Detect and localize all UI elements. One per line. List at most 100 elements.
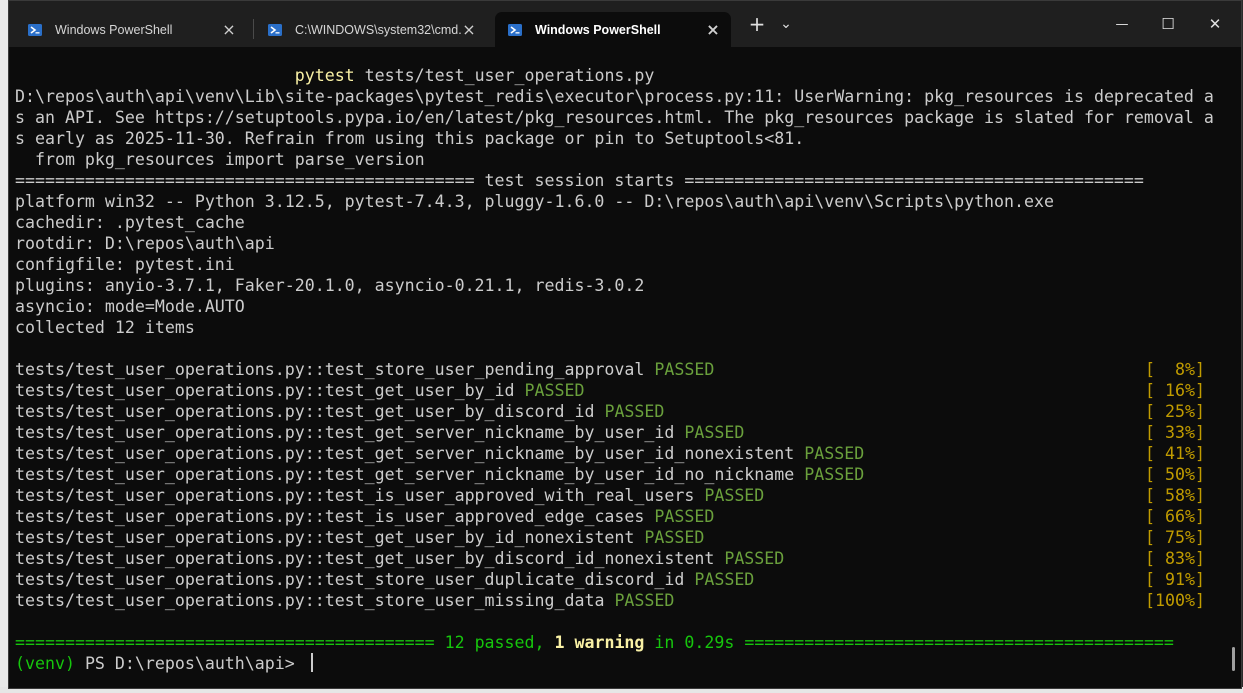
chevron-down-icon: ⌄ [780, 16, 792, 32]
test-progress: [ 50%] [1145, 465, 1205, 484]
test-name: test_store_user_missing_data [324, 591, 605, 610]
test-progress: [ 91%] [1145, 570, 1205, 589]
test-result-row: tests/test_user_operations.py::test_stor… [15, 570, 1205, 589]
test-result-row: tests/test_user_operations.py::test_get_… [15, 528, 1205, 547]
test-result-row: tests/test_user_operations.py::test_get_… [15, 444, 1205, 463]
test-progress: [ 8%] [1145, 360, 1205, 379]
warning-line: s an API. See https://setuptools.pypa.io… [15, 108, 1214, 127]
warning-line: s early as 2025-11-30. Refrain from usin… [15, 129, 805, 148]
info-line: asyncio: mode=Mode.AUTO [15, 297, 245, 316]
tab-title: Windows PowerShell [55, 22, 173, 37]
scrollbar-thumb[interactable] [1232, 647, 1235, 671]
test-progress: [ 66%] [1145, 507, 1205, 526]
info-line: configfile: pytest.ini [15, 255, 235, 274]
maximize-button[interactable]: ☐ [1145, 1, 1191, 47]
test-status: PASSED [654, 507, 715, 526]
test-name: test_is_user_approved_with_real_users [324, 486, 695, 505]
test-progress: [ 25%] [1145, 402, 1205, 421]
close-tab-icon[interactable]: × [221, 21, 237, 38]
test-name: test_store_user_pending_approval [324, 360, 645, 379]
test-name: test_get_server_nickname_by_user_id [324, 423, 675, 442]
test-name: test_get_user_by_discord_id_nonexistent [324, 549, 715, 568]
test-result-row: tests/test_user_operations.py::test_is_u… [15, 486, 1205, 505]
test-name: test_get_user_by_id [324, 381, 515, 400]
powershell-icon [508, 23, 522, 36]
test-result-row: tests/test_user_operations.py::test_is_u… [15, 507, 1205, 526]
test-result-row: tests/test_user_operations.py::test_get_… [15, 423, 1205, 442]
title-bar: Windows PowerShell × C:\WINDOWS\system32… [9, 1, 1241, 47]
summary-passed: 12 passed [444, 633, 535, 652]
tab-powershell-1[interactable]: Windows PowerShell × [15, 12, 247, 47]
test-progress: [ 58%] [1145, 486, 1205, 505]
command-line: pytest tests/test_user_operations.py [15, 65, 1241, 86]
test-progress: [ 16%] [1145, 381, 1205, 400]
test-result-row: tests/test_user_operations.py::test_get_… [15, 465, 1205, 484]
maximize-icon: ☐ [1161, 15, 1175, 33]
test-status: PASSED [654, 360, 715, 379]
close-icon: ✕ [1208, 15, 1222, 33]
tab-title: Windows PowerShell [535, 22, 661, 37]
summary-time: in 0.29s [644, 633, 745, 652]
close-tab-icon[interactable]: × [705, 21, 721, 38]
prompt-path: PS D:\repos\auth\api> [74, 654, 305, 673]
venv-indicator: (venv) [15, 654, 75, 673]
test-status: PASSED [724, 549, 785, 568]
terminal-output[interactable]: pytest tests/test_user_operations.py D:\… [15, 65, 1241, 688]
test-progress: [100%] [1145, 591, 1205, 610]
new-tab-button[interactable]: + [743, 1, 771, 47]
tab-powershell-active[interactable]: Windows PowerShell × [495, 12, 731, 47]
summary-line: ========================================… [15, 633, 1174, 652]
test-name: test_get_server_nickname_by_user_id_none… [324, 444, 795, 463]
command-args: tests/test_user_operations.py [354, 66, 655, 85]
test-name: test_get_server_nickname_by_user_id_no_n… [324, 465, 795, 484]
tab-cmd[interactable]: C:\WINDOWS\system32\cmd.e × [255, 12, 487, 47]
test-result-row: tests/test_user_operations.py::test_stor… [15, 591, 1205, 610]
info-line: plugins: anyio-3.7.1, Faker-20.1.0, asyn… [15, 276, 645, 295]
background-window-edge [0, 0, 8, 693]
tab-divider [253, 19, 254, 39]
warning-line: from pkg_resources import parse_version [15, 150, 425, 169]
collected-line: collected 12 items [15, 318, 195, 337]
info-line: platform win32 -- Python 3.12.5, pytest-… [15, 192, 1054, 211]
test-status: PASSED [524, 381, 585, 400]
test-name: test_store_user_duplicate_discord_id [324, 570, 685, 589]
test-name: test_get_user_by_id_nonexistent [324, 528, 635, 547]
test-status: PASSED [704, 486, 765, 505]
powershell-icon [268, 23, 282, 36]
test-progress: [ 41%] [1145, 444, 1205, 463]
info-line: rootdir: D:\repos\auth\api [15, 234, 275, 253]
close-tab-icon[interactable]: × [461, 21, 477, 38]
prompt-line[interactable]: (venv) PS D:\repos\auth\api> [15, 653, 1241, 674]
test-status: PASSED [614, 591, 675, 610]
test-status: PASSED [684, 423, 745, 442]
session-header: ========================================… [15, 171, 1144, 190]
terminal-window: Windows PowerShell × C:\WINDOWS\system32… [8, 0, 1242, 689]
info-line: cachedir: .pytest_cache [15, 213, 245, 232]
test-progress: [ 33%] [1145, 423, 1205, 442]
test-result-row: tests/test_user_operations.py::test_get_… [15, 381, 1205, 400]
test-result-row: tests/test_user_operations.py::test_stor… [15, 360, 1205, 379]
test-status: PASSED [804, 465, 865, 484]
test-result-row: tests/test_user_operations.py::test_get_… [15, 549, 1205, 568]
test-progress: [ 75%] [1145, 528, 1205, 547]
command-program: pytest [294, 66, 355, 85]
minimize-icon: — [1115, 16, 1129, 32]
test-name: test_is_user_approved_edge_cases [324, 507, 645, 526]
powershell-icon [28, 23, 42, 36]
close-window-button[interactable]: ✕ [1191, 1, 1239, 47]
text-cursor [310, 653, 313, 672]
tab-title: C:\WINDOWS\system32\cmd.e [295, 22, 461, 37]
test-name: test_get_user_by_discord_id [324, 402, 595, 421]
test-progress: [ 83%] [1145, 549, 1205, 568]
test-status: PASSED [804, 444, 865, 463]
test-result-row: tests/test_user_operations.py::test_get_… [15, 402, 1205, 421]
warning-line: D:\repos\auth\api\venv\Lib\site-packages… [15, 87, 1214, 106]
tab-dropdown-button[interactable]: ⌄ [773, 1, 799, 47]
test-status: PASSED [694, 570, 755, 589]
summary-warning: 1 warning [554, 633, 645, 652]
minimize-button[interactable]: — [1099, 1, 1145, 47]
test-status: PASSED [644, 528, 705, 547]
plus-icon: + [748, 12, 766, 36]
